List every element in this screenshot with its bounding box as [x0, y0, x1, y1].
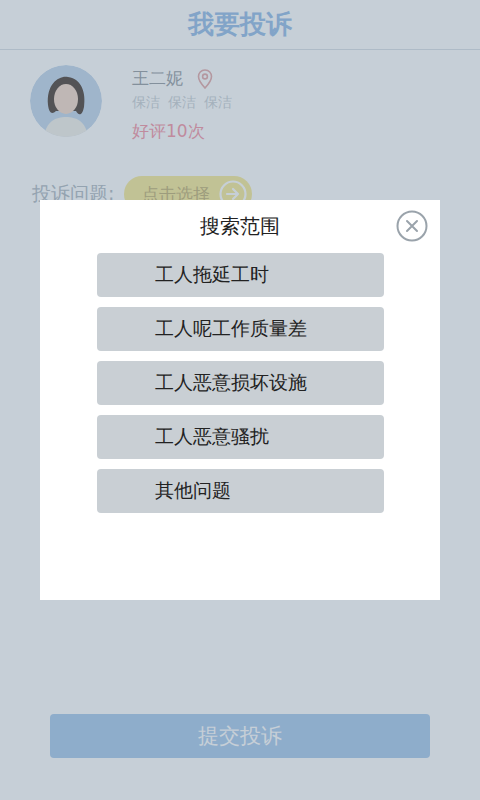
option-list: 工人拖延工时工人呢工作质量差工人恶意损坏设施工人恶意骚扰其他问题: [97, 253, 384, 513]
search-scope-modal: 搜索范围工人拖延工时工人呢工作质量差工人恶意损坏设施工人恶意骚扰其他问题: [40, 200, 440, 600]
complaint-page: 我要投诉王二妮保洁保洁保洁好评10次投诉问题:点击选择提交投诉搜索范围工人拖延工…: [0, 0, 480, 800]
option-button[interactable]: 工人拖延工时: [97, 253, 384, 297]
option-button[interactable]: 工人恶意损坏设施: [97, 361, 384, 405]
option-button[interactable]: 工人恶意骚扰: [97, 415, 384, 459]
option-button[interactable]: 工人呢工作质量差: [97, 307, 384, 351]
close-circle-icon: [396, 210, 428, 242]
option-button[interactable]: 其他问题: [97, 469, 384, 513]
close-button[interactable]: [396, 210, 428, 242]
modal-title: 搜索范围: [40, 212, 440, 240]
